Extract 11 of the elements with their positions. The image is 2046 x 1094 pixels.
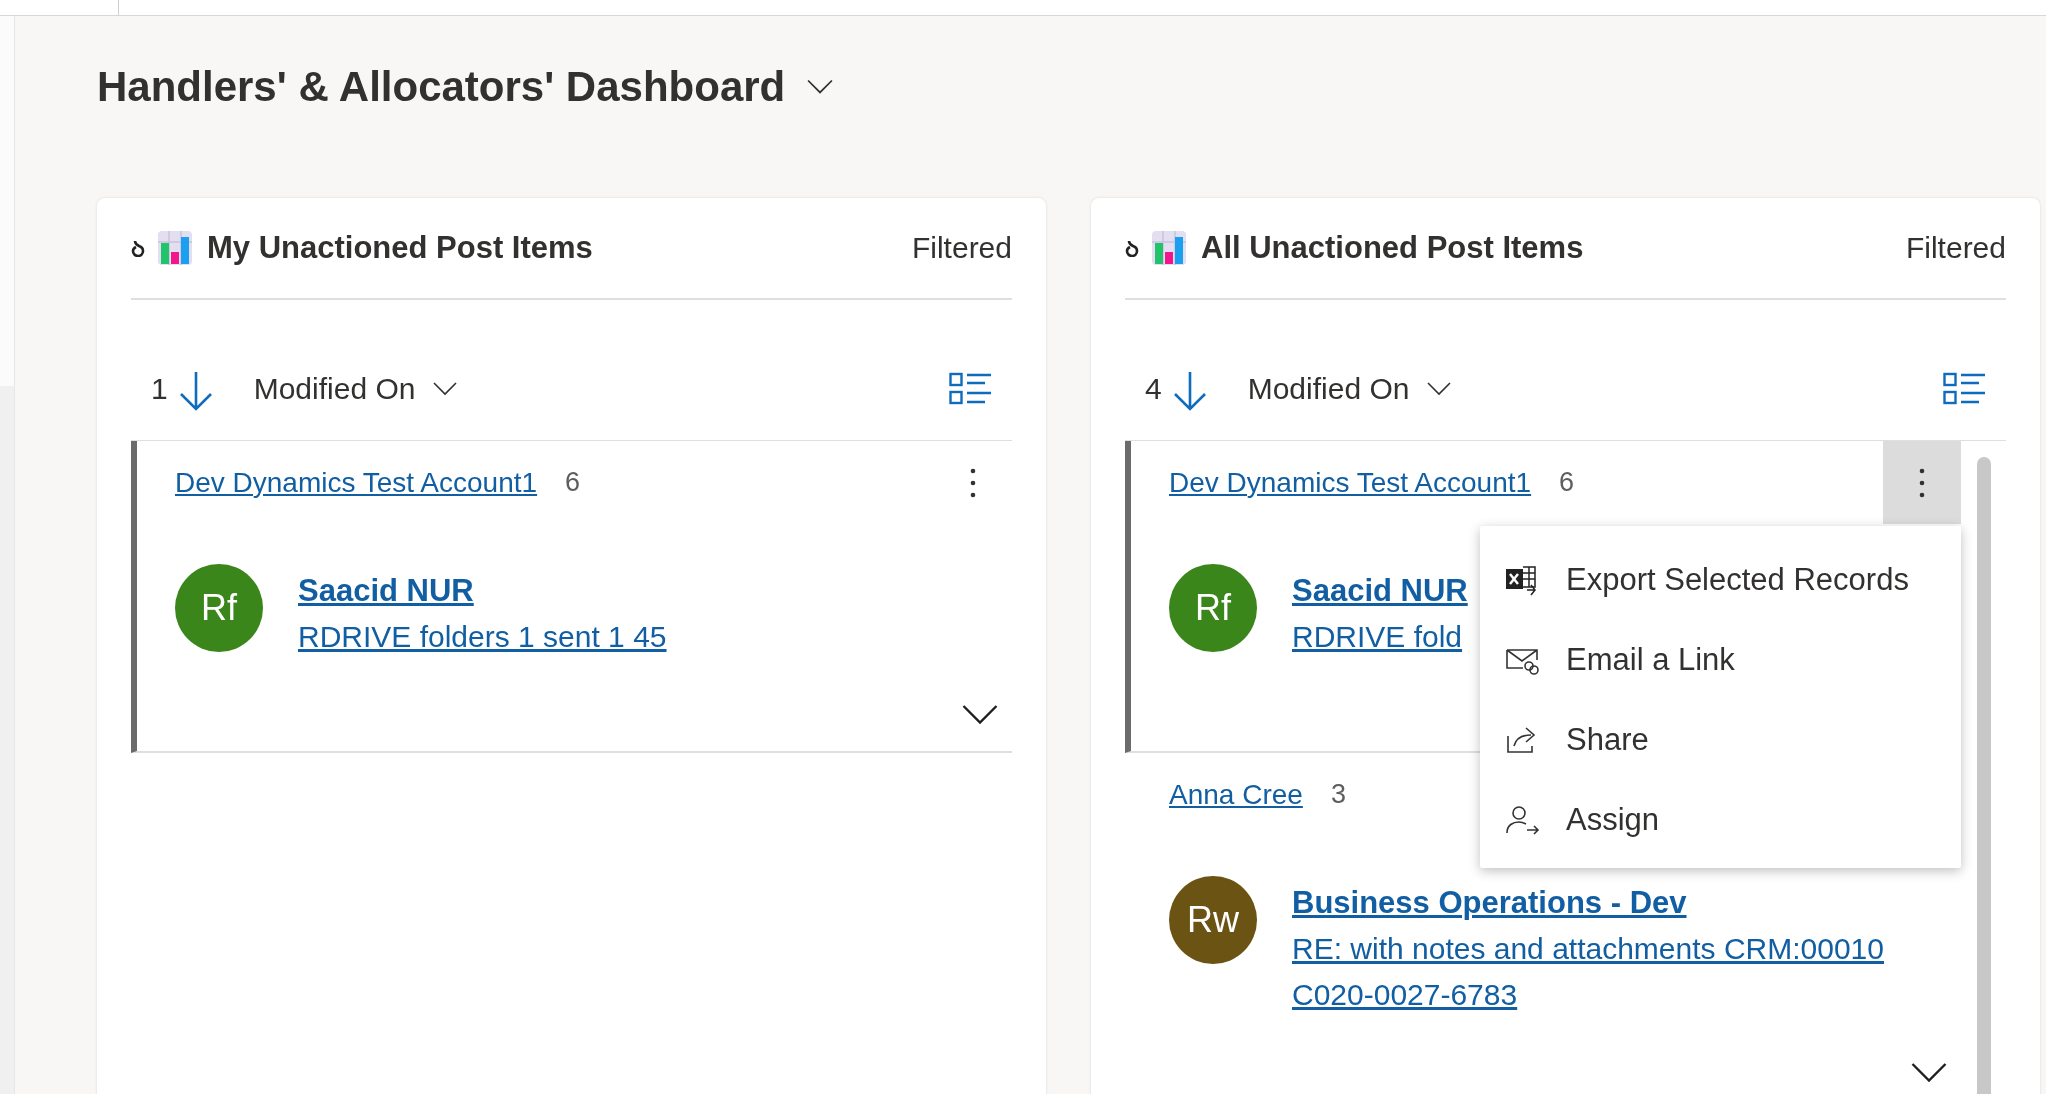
- avatar: Rf: [175, 564, 263, 652]
- panel-title: My Unactioned Post Items: [207, 230, 593, 266]
- record-count: 6: [1559, 467, 1575, 498]
- avatar: Rf: [1169, 564, 1257, 652]
- panel-title: All Unactioned Post Items: [1201, 230, 1584, 266]
- record-count: 3: [1330, 779, 1346, 810]
- filter-status: Filtered: [911, 231, 1012, 265]
- record-count: 6: [565, 467, 581, 498]
- filter-status: Filtered: [1905, 231, 2006, 265]
- dashboard-title: Handlers' & Allocators' Dashboard: [97, 62, 786, 112]
- avatar: Rw: [1169, 876, 1257, 964]
